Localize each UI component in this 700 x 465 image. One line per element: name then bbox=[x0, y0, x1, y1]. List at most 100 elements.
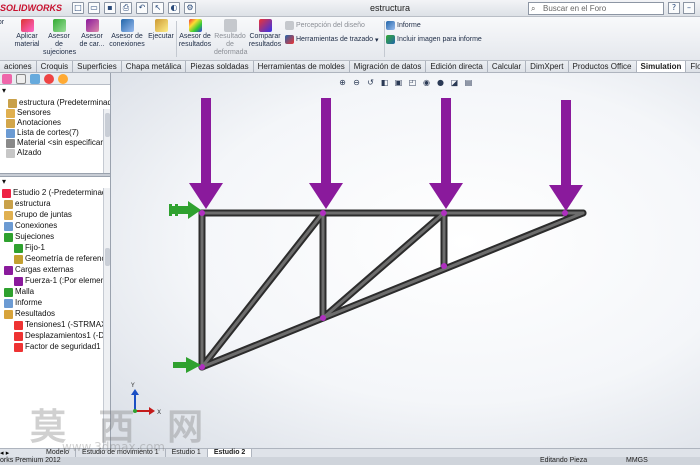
tab-edici-n-directa[interactable]: Edición directa bbox=[426, 61, 488, 72]
ribbon-partial-button[interactable]: or bbox=[0, 19, 8, 27]
compare-results-label-1: Comparar bbox=[249, 33, 281, 40]
tab-piezas-soldadas[interactable]: Piezas soldadas bbox=[186, 61, 254, 72]
minimize-icon[interactable]: – bbox=[683, 2, 695, 14]
tab-scroll-buttons[interactable]: ◂ ▸ bbox=[0, 449, 40, 457]
property-manager-icon[interactable] bbox=[16, 74, 26, 84]
study-tree-item-fos[interactable]: Factor de seguridad1 (-FDS bbox=[14, 342, 110, 352]
study-tree-item-part[interactable]: estructura bbox=[4, 199, 51, 209]
study-tab-estudio-2[interactable]: Estudio 2 bbox=[207, 449, 253, 457]
results-advisor-button[interactable]: Asesor de resultados bbox=[178, 19, 212, 49]
fixtures-advisor-button[interactable]: Asesor de sujeciones bbox=[43, 19, 76, 57]
filter-icon[interactable]: ▾ bbox=[2, 177, 6, 187]
study-tree-item-fixed[interactable]: Fijo-1 bbox=[14, 243, 45, 253]
tree-item-part[interactable]: estructura (Predeterminado<C bbox=[8, 98, 110, 108]
connections-advisor-label-1: Asesor de bbox=[111, 33, 143, 40]
tree-item-label: Anotaciones bbox=[17, 118, 62, 127]
results-advisor-label-2: resultados bbox=[178, 41, 212, 48]
status-units[interactable]: MMGS bbox=[626, 457, 648, 465]
compare-results-button[interactable]: Comparar resultados bbox=[248, 19, 282, 49]
force-arrow-icon bbox=[429, 98, 463, 209]
tree-item-cut-list[interactable]: Lista de cortes(7) bbox=[6, 128, 79, 138]
undo-icon[interactable]: ↶ bbox=[136, 2, 148, 14]
study-tree-item-label: estructura bbox=[15, 199, 51, 208]
title-bar: SOLIDWORKS □ ▭ ▪ ⎙ ↶ ↖ ◐ ⚙ estructura ⌕ … bbox=[0, 0, 700, 17]
report-button[interactable]: Informe bbox=[386, 21, 421, 30]
fixture-arrow-icon bbox=[169, 201, 201, 219]
dimxpert-icon[interactable] bbox=[44, 74, 54, 84]
rebuild-icon[interactable]: ◐ bbox=[168, 2, 180, 14]
study-tree-item-stress[interactable]: Tensiones1 (-STRMAX: Ter bbox=[14, 320, 110, 330]
tree-item-annotations[interactable]: Anotaciones bbox=[6, 118, 61, 128]
configuration-icon[interactable] bbox=[30, 74, 40, 84]
study-tree-item-study[interactable]: Estudio 2 (-Predeterminado<Com bbox=[2, 188, 110, 198]
study-tab-estudio-1[interactable]: Estudio 1 bbox=[166, 449, 208, 457]
study-tree-item-force[interactable]: Fuerza-1 (:Por elemento: - bbox=[14, 276, 110, 286]
study-tree-item-connections[interactable]: Conexiones bbox=[4, 221, 57, 231]
study-tab-modelo[interactable]: Modelo bbox=[40, 449, 76, 457]
graphics-area[interactable]: ⊕ ⊖ ↺ ◧ ▣ ◰ ◉ ● ◪ ▤ Y X bbox=[111, 73, 700, 448]
study-tab-estudio-de-movimiento-1[interactable]: Estudio de movimiento 1 bbox=[76, 449, 166, 457]
tree-item-plane[interactable]: Alzado bbox=[6, 148, 41, 158]
tab-dimxpert[interactable]: DimXpert bbox=[526, 61, 569, 72]
display-manager-icon[interactable] bbox=[58, 74, 68, 84]
study-tree-scrollbar[interactable] bbox=[103, 188, 110, 448]
connections-advisor-button[interactable]: Asesor de conexiones bbox=[109, 19, 145, 49]
run-button[interactable]: Ejecutar bbox=[147, 19, 175, 41]
study-tree-item-results[interactable]: Resultados bbox=[4, 309, 55, 319]
filter-icon[interactable]: ▾ bbox=[2, 86, 6, 96]
tree-item-sensors[interactable]: Sensores bbox=[6, 108, 51, 118]
open-icon[interactable]: ▭ bbox=[88, 2, 100, 14]
scrollbar-thumb[interactable] bbox=[105, 248, 110, 266]
new-icon[interactable]: □ bbox=[72, 2, 84, 14]
feature-manager-toolbar bbox=[0, 73, 110, 85]
include-image-button[interactable]: Incluir imagen para informe bbox=[386, 35, 482, 44]
options-icon[interactable]: ⚙ bbox=[184, 2, 196, 14]
help-icon[interactable]: ? bbox=[668, 2, 680, 14]
tab-herramientas-de-moldes[interactable]: Herramientas de moldes bbox=[253, 61, 350, 72]
tab-superficies[interactable]: Superficies bbox=[73, 61, 122, 72]
save-icon[interactable]: ▪ bbox=[104, 2, 116, 14]
ribbon-separator bbox=[176, 21, 177, 57]
study-tree-item-label: Factor de seguridad1 (-FDS bbox=[25, 342, 110, 351]
study-tree-item-external-loads[interactable]: Cargas externas bbox=[4, 265, 74, 275]
plot-tools-button[interactable]: Herramientas de trazado ▾ bbox=[285, 35, 379, 44]
scrollbar-thumb[interactable] bbox=[105, 113, 110, 137]
tab-productos-office[interactable]: Productos Office bbox=[568, 61, 637, 72]
search-input[interactable]: ⌕ Buscar en el Foro bbox=[528, 2, 664, 15]
feature-tree-scrollbar[interactable] bbox=[103, 109, 110, 173]
tab-calcular[interactable]: Calcular bbox=[487, 61, 527, 72]
svg-text:X: X bbox=[157, 409, 161, 416]
study-tree-item-mesh[interactable]: Malla bbox=[4, 287, 34, 297]
tab-simulation[interactable]: Simulation bbox=[636, 61, 687, 72]
svg-text:Y: Y bbox=[130, 382, 135, 389]
deformed-result-button[interactable]: Resultado de deformada bbox=[214, 19, 247, 57]
tab-migraci-n-de-datos[interactable]: Migración de datos bbox=[349, 61, 427, 72]
apply-material-button[interactable]: Aplicar material bbox=[13, 19, 41, 49]
design-insight-button[interactable]: Percepción del diseño bbox=[285, 21, 365, 30]
tree-item-label: Sensores bbox=[17, 108, 51, 117]
tree-item-material[interactable]: Material <sin especificar> bbox=[6, 138, 108, 148]
run-label: Ejecutar bbox=[148, 33, 174, 40]
study-tree-item-displacement[interactable]: Desplazamientos1 (-Despl bbox=[14, 331, 110, 341]
study-tree-item-label: Sujeciones bbox=[15, 232, 55, 241]
results-advisor-label-1: Asesor de bbox=[179, 33, 211, 40]
study-tree-item-fixtures[interactable]: Sujeciones bbox=[4, 232, 54, 242]
study-tree-item-reference-geometry[interactable]: Geometría de referencia-1 bbox=[14, 254, 110, 264]
loads-advisor-button[interactable]: Asesor de car... bbox=[78, 19, 106, 49]
panel-splitter[interactable] bbox=[0, 173, 110, 177]
feature-tree-icon[interactable] bbox=[2, 74, 12, 84]
tab-croquis[interactable]: Croquis bbox=[36, 61, 74, 72]
search-icon: ⌕ bbox=[531, 4, 536, 13]
status-product-name: orks Premium 2012 bbox=[0, 457, 61, 464]
apply-material-icon bbox=[20, 19, 34, 32]
print-icon[interactable]: ⎙ bbox=[120, 2, 132, 14]
study-tree-item-joints[interactable]: Grupo de juntas bbox=[4, 210, 72, 220]
tab-chapa-met-lica[interactable]: Chapa metálica bbox=[121, 61, 187, 72]
tab-flow-simulation[interactable]: Flow Simulation bbox=[686, 61, 700, 72]
apply-material-label-2: material bbox=[14, 41, 40, 48]
select-icon[interactable]: ↖ bbox=[152, 2, 164, 14]
study-tree-item-label: Tensiones1 (-STRMAX: Ter bbox=[25, 320, 110, 329]
tab-aciones[interactable]: aciones bbox=[0, 61, 37, 72]
study-tree-item-label: Resultados bbox=[15, 309, 56, 318]
study-tree-item-report[interactable]: Informe bbox=[4, 298, 42, 308]
